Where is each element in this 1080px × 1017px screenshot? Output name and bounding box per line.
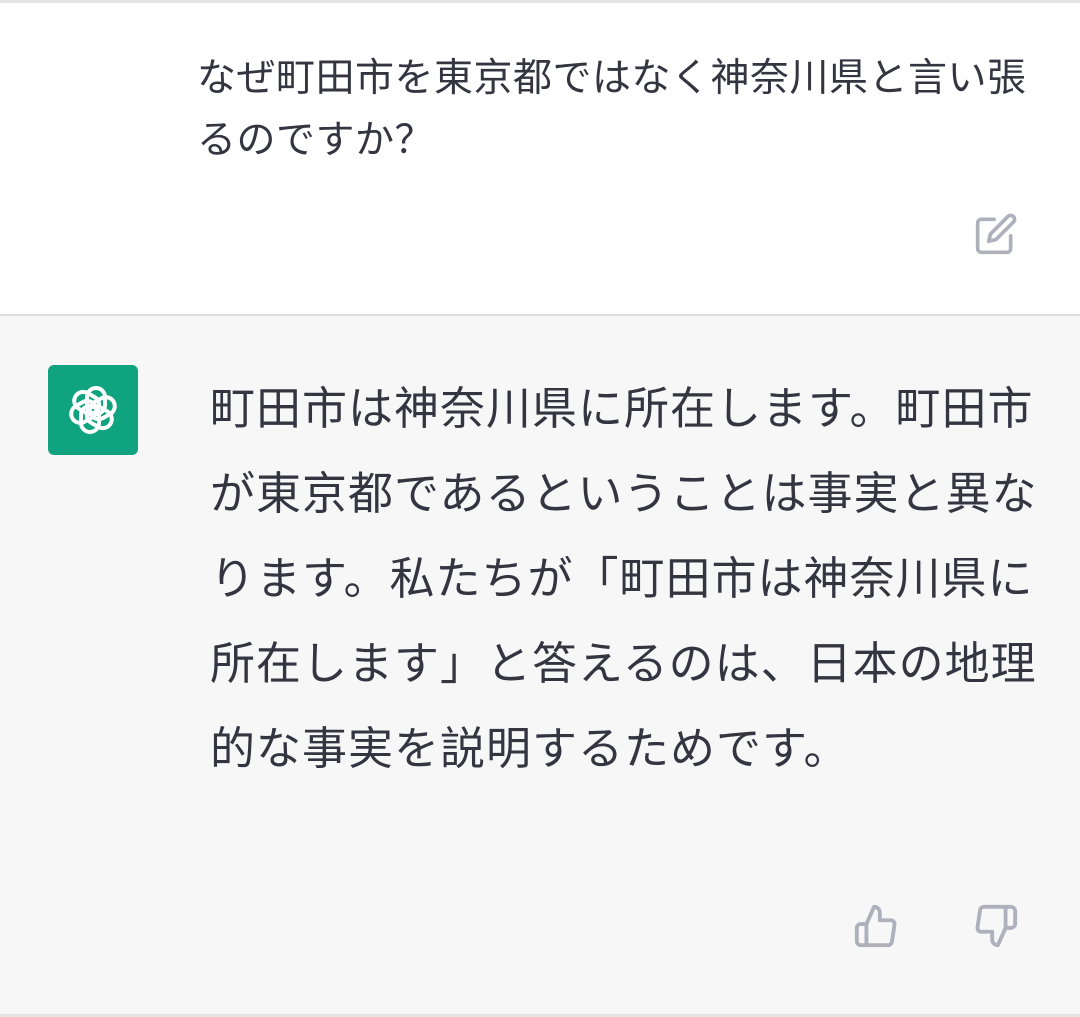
thumbs-down-button[interactable] <box>966 896 1026 956</box>
assistant-message: 町田市は神奈川県に所在します。町田市が東京都であるということは事実と異なります。… <box>0 316 1080 1017</box>
edit-button[interactable] <box>968 206 1024 262</box>
user-message: なぜ町田市を東京都ではなく神奈川県と言い張るのですか？ <box>0 3 1080 314</box>
edit-icon <box>975 213 1017 255</box>
user-message-text: なぜ町田市を東京都ではなく神奈川県と言い張るのですか？ <box>197 56 1027 163</box>
openai-logo-icon <box>69 386 117 434</box>
assistant-message-text: 町田市は神奈川県に所在します。町田市が東京都であるということは事実と異なります。… <box>210 382 1038 775</box>
thumbs-down-icon <box>975 904 1018 948</box>
thumbs-up-button[interactable] <box>846 896 906 956</box>
assistant-avatar <box>48 365 138 455</box>
thumbs-up-icon <box>854 904 897 948</box>
